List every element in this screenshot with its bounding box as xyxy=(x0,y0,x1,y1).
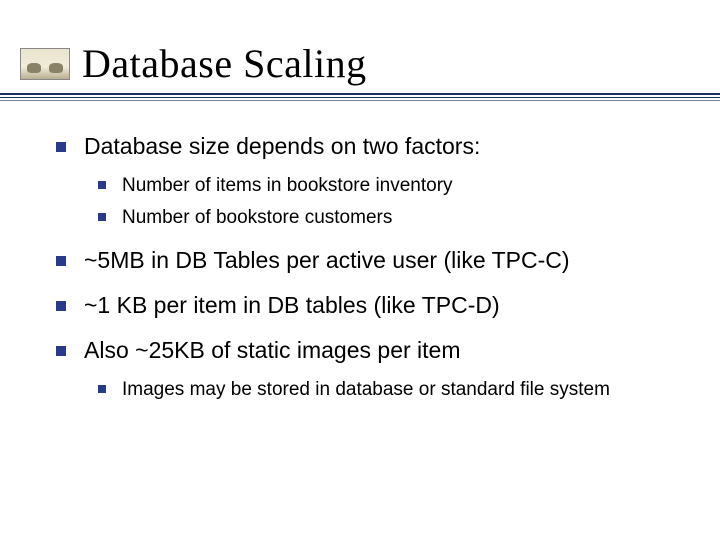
bullet-item: Also ~25KB of static images per item Ima… xyxy=(50,335,680,404)
bullet-text: ~1 KB per item in DB tables (like TPC-D) xyxy=(84,292,500,318)
sub-bullet-item: Images may be stored in database or stan… xyxy=(94,376,680,404)
logo-image xyxy=(20,48,70,80)
bullet-item: ~1 KB per item in DB tables (like TPC-D) xyxy=(50,290,680,321)
sub-bullet-item: Number of bookstore customers xyxy=(94,204,680,232)
bullet-text: Database size depends on two factors: xyxy=(84,133,480,159)
bullet-item: ~5MB in DB Tables per active user (like … xyxy=(50,245,680,276)
sub-bullet-item: Number of items in bookstore inventory xyxy=(94,172,680,200)
bullet-text: Also ~25KB of static images per item xyxy=(84,337,460,363)
bullet-text: ~5MB in DB Tables per active user (like … xyxy=(84,247,570,273)
title-underline xyxy=(0,93,720,101)
sub-bullet-text: Images may be stored in database or stan… xyxy=(122,379,610,400)
slide-title: Database Scaling xyxy=(82,40,367,87)
sub-bullet-text: Number of items in bookstore inventory xyxy=(122,175,453,196)
bullet-item: Database size depends on two factors: Nu… xyxy=(50,131,680,231)
sub-bullet-text: Number of bookstore customers xyxy=(122,207,392,228)
